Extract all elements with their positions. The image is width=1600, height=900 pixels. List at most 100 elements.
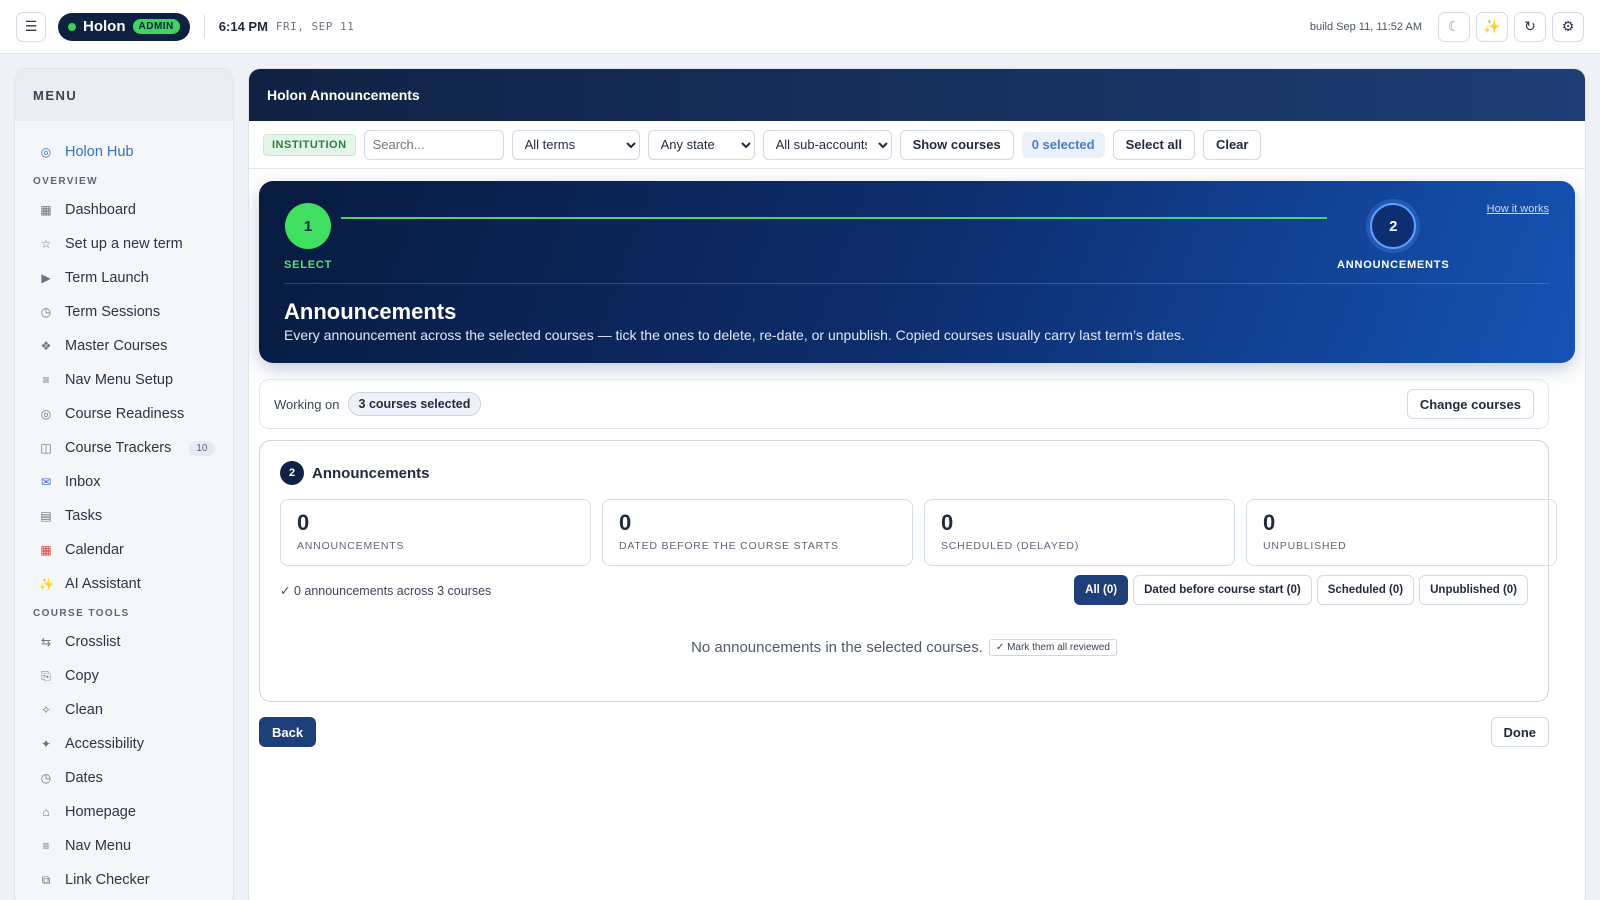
sparkles-icon[interactable]: ✨: [1476, 11, 1508, 42]
sidebar-item-label: Copy: [65, 668, 99, 684]
sidebar-item-new-term[interactable]: ☆ Set up a new term: [15, 227, 233, 261]
sidebar: MENU ◎ Holon Hub OVERVIEW ▦ Dashboard ☆ …: [14, 68, 234, 900]
menu-title: MENU: [15, 69, 233, 121]
sidebar-item-copy[interactable]: ⎘ Copy: [15, 659, 233, 693]
sidebar-item-label: Course Readiness: [65, 406, 185, 422]
filter-all-button[interactable]: All (0): [1074, 575, 1129, 605]
sidebar-item-holon-hub[interactable]: ◎ Holon Hub: [15, 135, 233, 169]
search-input[interactable]: [363, 129, 504, 160]
progress-line: [341, 217, 1327, 219]
sidebar-item-label: Nav Menu: [65, 838, 132, 854]
section-course-tools: COURSE TOOLS: [33, 607, 130, 619]
sidebar-item-label: Set up a new term: [65, 236, 183, 252]
section-overview: OVERVIEW: [33, 175, 98, 187]
sidebar-item-label: Inbox: [65, 474, 101, 490]
back-button[interactable]: Back: [259, 717, 317, 747]
how-it-works-link[interactable]: How it works: [1487, 203, 1549, 215]
sidebar-item-link-checker[interactable]: ⧉ Link Checker: [15, 863, 233, 897]
sidebar-item-course-trackers[interactable]: ◫ Course Trackers 10: [15, 431, 233, 465]
select-all-button[interactable]: Select all: [1112, 129, 1195, 160]
state-select[interactable]: Any state: [647, 129, 755, 160]
stat-label: UNPUBLISHED: [1263, 540, 1347, 552]
mark-reviewed-button[interactable]: ✓ Mark them all reviewed: [988, 639, 1117, 656]
sidebar-item-label: Homepage: [65, 804, 136, 820]
refresh-icon[interactable]: ↻: [1514, 11, 1546, 42]
sidebar-item-term-sessions[interactable]: ◷ Term Sessions: [15, 295, 233, 329]
stat-value: 0: [1263, 510, 1276, 535]
columns-icon: ◫: [40, 441, 52, 455]
sidebar-item-label: Term Sessions: [65, 304, 161, 320]
stats-row: 0 ANNOUNCEMENTS 0 DATED BEFORE THE COURS…: [280, 499, 1557, 566]
step-announcements[interactable]: 2 ANNOUNCEMENTS: [1337, 203, 1449, 271]
sidebar-item-label: Course Trackers: [65, 440, 172, 456]
divider: [284, 283, 1549, 284]
brand-pill[interactable]: Holon ADMIN: [58, 12, 190, 41]
sidebar-item-dates[interactable]: ◷ Dates: [15, 761, 233, 795]
sidebar-item-calendar[interactable]: ▦ Calendar: [15, 533, 233, 567]
hamburger-icon[interactable]: ☰: [16, 11, 46, 42]
sidebar-item-inbox[interactable]: ✉ Inbox: [15, 465, 233, 499]
step-label: SELECT: [284, 259, 333, 271]
sidebar-item-tasks[interactable]: ▤ Tasks: [15, 499, 233, 533]
step-label: ANNOUNCEMENTS: [1337, 259, 1450, 271]
sidebar-item-crosslist[interactable]: ⇆ Crosslist: [15, 625, 233, 659]
sidebar-item-master-courses[interactable]: ❖ Master Courses: [15, 329, 233, 363]
clock-time: 6:14 PM: [218, 19, 268, 34]
build-info: build Sep 11, 11:52 AM: [1309, 20, 1422, 33]
terms-select[interactable]: All terms: [511, 129, 640, 160]
sidebar-item-label: Dashboard: [65, 202, 136, 218]
divider: [203, 14, 205, 39]
stat-dated-before: 0 DATED BEFORE THE COURSE STARTS: [602, 499, 913, 566]
sidebar-item-dashboard[interactable]: ▦ Dashboard: [15, 193, 233, 227]
stat-unpublished: 0 UNPUBLISHED: [1246, 499, 1557, 566]
filter-dated-before-button[interactable]: Dated before course start (0): [1133, 575, 1312, 605]
courses-selected-pill[interactable]: 3 courses selected: [347, 392, 482, 416]
stepper-hero: 1 SELECT 2 ANNOUNCEMENTS How it works An…: [259, 181, 1575, 363]
sparkles-icon: ✨: [39, 577, 54, 591]
subaccounts-select[interactable]: All sub-accounts: [762, 129, 892, 160]
list-icon: ≡: [42, 839, 50, 853]
sidebar-item-accessibility[interactable]: ✦ Accessibility: [15, 727, 233, 761]
sidebar-item-label: AI Assistant: [65, 576, 141, 592]
sidebar-item-homepage[interactable]: ⌂ Homepage: [15, 795, 233, 829]
announcements-card: 2 Announcements 0 ANNOUNCEMENTS 0 DATED …: [259, 440, 1557, 702]
sparkle-icon: ✧: [40, 703, 52, 717]
summary-text: ✓ 0 announcements across 3 courses: [280, 584, 492, 598]
done-button[interactable]: Done: [1490, 717, 1549, 747]
sidebar-item-nav-menu-setup[interactable]: ≡ Nav Menu Setup: [15, 363, 233, 397]
step-select[interactable]: 1 SELECT: [284, 203, 332, 271]
empty-state: No announcements in the selected courses…: [260, 639, 1548, 656]
card-title: Announcements: [312, 464, 430, 482]
sidebar-item-label: Term Launch: [65, 270, 149, 286]
page-title: Holon Announcements: [249, 69, 1585, 121]
clear-button[interactable]: Clear: [1202, 129, 1262, 160]
hero-description: Every announcement across the selected c…: [284, 327, 1185, 343]
sidebar-item-label: Master Courses: [65, 338, 168, 354]
moon-icon[interactable]: ☾: [1438, 11, 1470, 42]
announcement-filters: All (0) Dated before course start (0) Sc…: [1074, 575, 1528, 605]
count-badge: 10: [189, 440, 215, 456]
filter-unpublished-button[interactable]: Unpublished (0): [1419, 575, 1528, 605]
main-panel: Holon Announcements INSTITUTION All term…: [248, 68, 1586, 900]
stat-label: SCHEDULED (DELAYED): [941, 540, 1080, 552]
sidebar-item-clean[interactable]: ✧ Clean: [15, 693, 233, 727]
sidebar-item-nav-menu[interactable]: ≡ Nav Menu: [15, 829, 233, 863]
filter-scheduled-button[interactable]: Scheduled (0): [1316, 575, 1415, 605]
stat-label: ANNOUNCEMENTS: [297, 540, 405, 552]
asterisk-icon: ✦: [40, 737, 52, 751]
show-courses-button[interactable]: Show courses: [899, 129, 1014, 160]
diamond-icon: ❖: [40, 339, 52, 353]
sidebar-item-course-readiness[interactable]: ◎ Course Readiness: [15, 397, 233, 431]
sidebar-item-ai-assistant[interactable]: ✨ AI Assistant: [15, 567, 233, 601]
sidebar-item-label: Link Checker: [65, 872, 150, 888]
step-number: 2: [280, 461, 304, 485]
sidebar-item-label: Nav Menu Setup: [65, 372, 174, 388]
institution-badge[interactable]: INSTITUTION: [263, 133, 356, 156]
sidebar-item-term-launch[interactable]: ▶ Term Launch: [15, 261, 233, 295]
empty-message: No announcements in the selected courses…: [691, 639, 983, 656]
stat-scheduled: 0 SCHEDULED (DELAYED): [924, 499, 1235, 566]
change-courses-button[interactable]: Change courses: [1406, 389, 1534, 419]
checklist-icon: ▤: [40, 509, 52, 523]
gear-icon[interactable]: ⚙: [1552, 11, 1584, 42]
clock-icon: ◷: [40, 771, 52, 785]
